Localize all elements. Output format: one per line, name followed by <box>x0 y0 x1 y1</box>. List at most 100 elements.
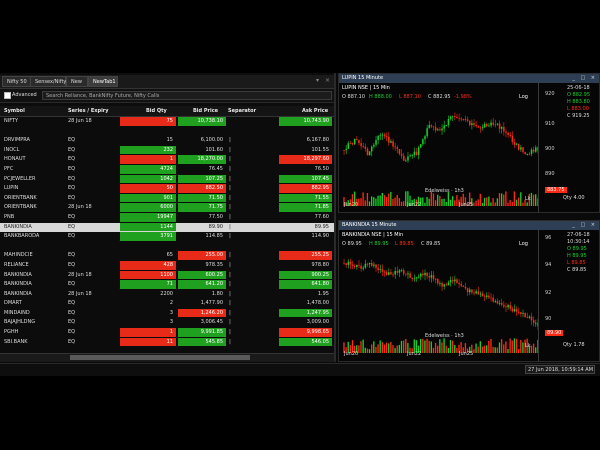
candlestick-chart[interactable] <box>341 102 539 212</box>
bid-qty-cell: 15 <box>166 137 173 144</box>
table-row[interactable]: ORIENTBANK 28 Jun 18 6000 71.75 | 71.85 <box>0 203 334 213</box>
log-toggle[interactable]: Log <box>519 241 528 247</box>
table-row[interactable]: PGHH EQ 1 9,991.85 | 9,998.65 <box>0 328 334 338</box>
table-row[interactable]: BANKINDIA EQ 1144 89.90 | 89.95 <box>0 222 334 233</box>
table-row[interactable]: LUPIN EQ 50 882.50 | 882.95 <box>0 184 334 194</box>
candle-body <box>430 125 433 127</box>
horizontal-scrollbar[interactable] <box>0 353 334 362</box>
candle-body <box>360 143 362 147</box>
table-row[interactable]: BANKINDIA 28 Jun 18 2200 1.80 | 1.95 <box>0 290 334 300</box>
table-row[interactable]: MINDAIND EQ 3 1,246.20 | 1,247.95 <box>0 308 334 319</box>
tab-newtab1[interactable]: NewTab1 <box>88 76 118 87</box>
table-row[interactable] <box>0 242 334 252</box>
lock-toggle[interactable]: Lk <box>525 196 531 202</box>
table-row[interactable] <box>0 127 334 137</box>
x-label: Jun25 <box>459 351 474 357</box>
x-label: Jun20 <box>344 202 359 208</box>
volume-bar <box>368 201 371 206</box>
tab-sensex-nifty[interactable]: Sensex/Nifty <box>30 76 66 87</box>
candle-body <box>530 316 533 321</box>
separator-cell: | <box>229 300 231 307</box>
volume-bar <box>477 199 479 206</box>
volume-bar <box>432 347 435 353</box>
series-cell: EQ <box>68 309 76 316</box>
candle-body <box>417 147 420 156</box>
table-row[interactable]: MAHINDCIE EQ 65 255.00 | 255.25 <box>0 251 334 261</box>
info-low: L 883.00 <box>567 106 589 112</box>
candle-body <box>441 128 443 131</box>
volume-bar <box>375 347 377 353</box>
candle-body <box>526 317 529 319</box>
table-row[interactable]: BAJAJHLDNG EQ 3 3,006.45 | 3,009.00 <box>0 318 334 328</box>
table-row[interactable]: HONAUT EQ 1 18,270.00 | 18,297.60 <box>0 155 334 165</box>
column-symbol[interactable]: Symbol <box>4 106 25 116</box>
log-toggle[interactable]: Log <box>519 94 528 100</box>
bid-price-cell: 114.85 <box>205 233 224 240</box>
table-row[interactable]: DMART EQ 2 1,477.90 | 1,478.00 <box>0 299 334 309</box>
column-bid-qty[interactable]: Bid Qty <box>146 106 167 116</box>
table-row[interactable]: BANKINDIA EQ 71 641.20 | 641.80 <box>0 280 334 290</box>
window-controls-icon[interactable]: _ □ × <box>572 74 597 83</box>
advanced-checkbox[interactable] <box>4 92 11 99</box>
volume-bar <box>360 198 362 206</box>
info-date: 27-06-18 <box>567 232 590 238</box>
volume-bar <box>520 339 522 353</box>
volume-bar <box>422 197 424 206</box>
candle-body <box>530 149 533 154</box>
volume-bar <box>456 348 458 353</box>
volume-bar <box>434 342 437 353</box>
candle-body <box>347 143 350 149</box>
candle-body <box>396 147 399 150</box>
series-cell: EQ <box>68 338 76 345</box>
table-row[interactable]: RELIANCE EQ 428 978.35 | 978.80 <box>0 260 334 271</box>
candle-body <box>532 149 535 152</box>
candlestick-chart[interactable] <box>341 249 539 359</box>
volume-bar <box>507 349 509 353</box>
search-input[interactable]: Search Reliance, BankNifty Future, Nifty… <box>42 91 332 100</box>
bid-qty-cell: 901 <box>120 193 176 203</box>
dropdown-icon[interactable]: ▾ <box>316 77 319 84</box>
candle-body <box>398 149 401 154</box>
table-row[interactable]: INOCL EQ 232 101.60 | 101.55 <box>0 145 334 156</box>
candle-body <box>532 320 535 323</box>
volume-bar <box>394 348 396 353</box>
table-row[interactable]: ORIENTBANK EQ 901 71.50 | 71.55 <box>0 193 334 204</box>
column-bid-price[interactable]: Bid Price <box>193 106 218 116</box>
column-ask-price[interactable]: Ask Price <box>302 106 328 116</box>
bid-price-cell: 1,246.20 <box>178 308 226 318</box>
x-label: Jun22 <box>407 202 422 208</box>
table-row[interactable]: PNB EQ 19947 77.50 | 77.60 <box>0 212 334 223</box>
volume-bar <box>486 197 488 206</box>
candle-body <box>460 118 463 120</box>
scrollbar-thumb[interactable] <box>70 355 250 360</box>
table-row[interactable]: BANKBARODA EQ 3791 114.85 | 114.90 <box>0 232 334 242</box>
table-row[interactable]: PCJEWELLER EQ 1042 107.25 | 107.45 <box>0 174 334 185</box>
table-row[interactable]: PFC EQ 4724 76.45 | 76.50 <box>0 164 334 175</box>
candle-body <box>500 302 503 305</box>
separator-cell: | <box>229 261 231 268</box>
symbol-cell: BANKINDIA <box>4 271 32 278</box>
candle-body <box>390 272 392 275</box>
candle-body <box>486 123 488 127</box>
column-series[interactable]: Series / Expiry <box>68 106 109 116</box>
volume-bar <box>430 341 432 353</box>
chart-panel-lupin[interactable]: LUPIN 15 Minute _ □ × LUPIN NSE | 15 Min… <box>338 73 600 213</box>
window-controls-icon[interactable]: _ □ × <box>572 221 597 230</box>
table-row[interactable]: DRVIMPRA EQ 15 6,100.00 | 6,167.80 <box>0 136 334 146</box>
table-row[interactable]: NIFTY 28 Jun 18 75 10,738.10 10,743.90 <box>0 117 334 127</box>
table-row[interactable]: BANKINDIA 28 Jun 18 1100 600.25 | 900.25 <box>0 270 334 281</box>
watchlist-rows: NIFTY 28 Jun 18 75 10,738.10 10,743.90 DRVIMP… <box>0 117 334 347</box>
column-separator[interactable]: Separator <box>228 106 256 116</box>
candle-body <box>483 123 486 128</box>
volume-bar <box>490 338 492 353</box>
close-icon[interactable]: × <box>325 77 330 84</box>
volume-bar <box>515 338 518 353</box>
candle-body <box>517 311 520 313</box>
bid-qty-cell: 65 <box>166 252 173 259</box>
lock-toggle[interactable]: Lk <box>525 343 531 349</box>
separator-cell <box>228 127 232 136</box>
table-row[interactable]: SBI.BANK EQ 11 545.85 | 546.05 <box>0 337 334 348</box>
tab-new[interactable]: New <box>66 76 88 87</box>
candle-body <box>370 262 373 266</box>
chart-panel-bankindia[interactable]: BANKINDIA 15 Minute _ □ × BANKINDIA NSE … <box>338 220 600 362</box>
